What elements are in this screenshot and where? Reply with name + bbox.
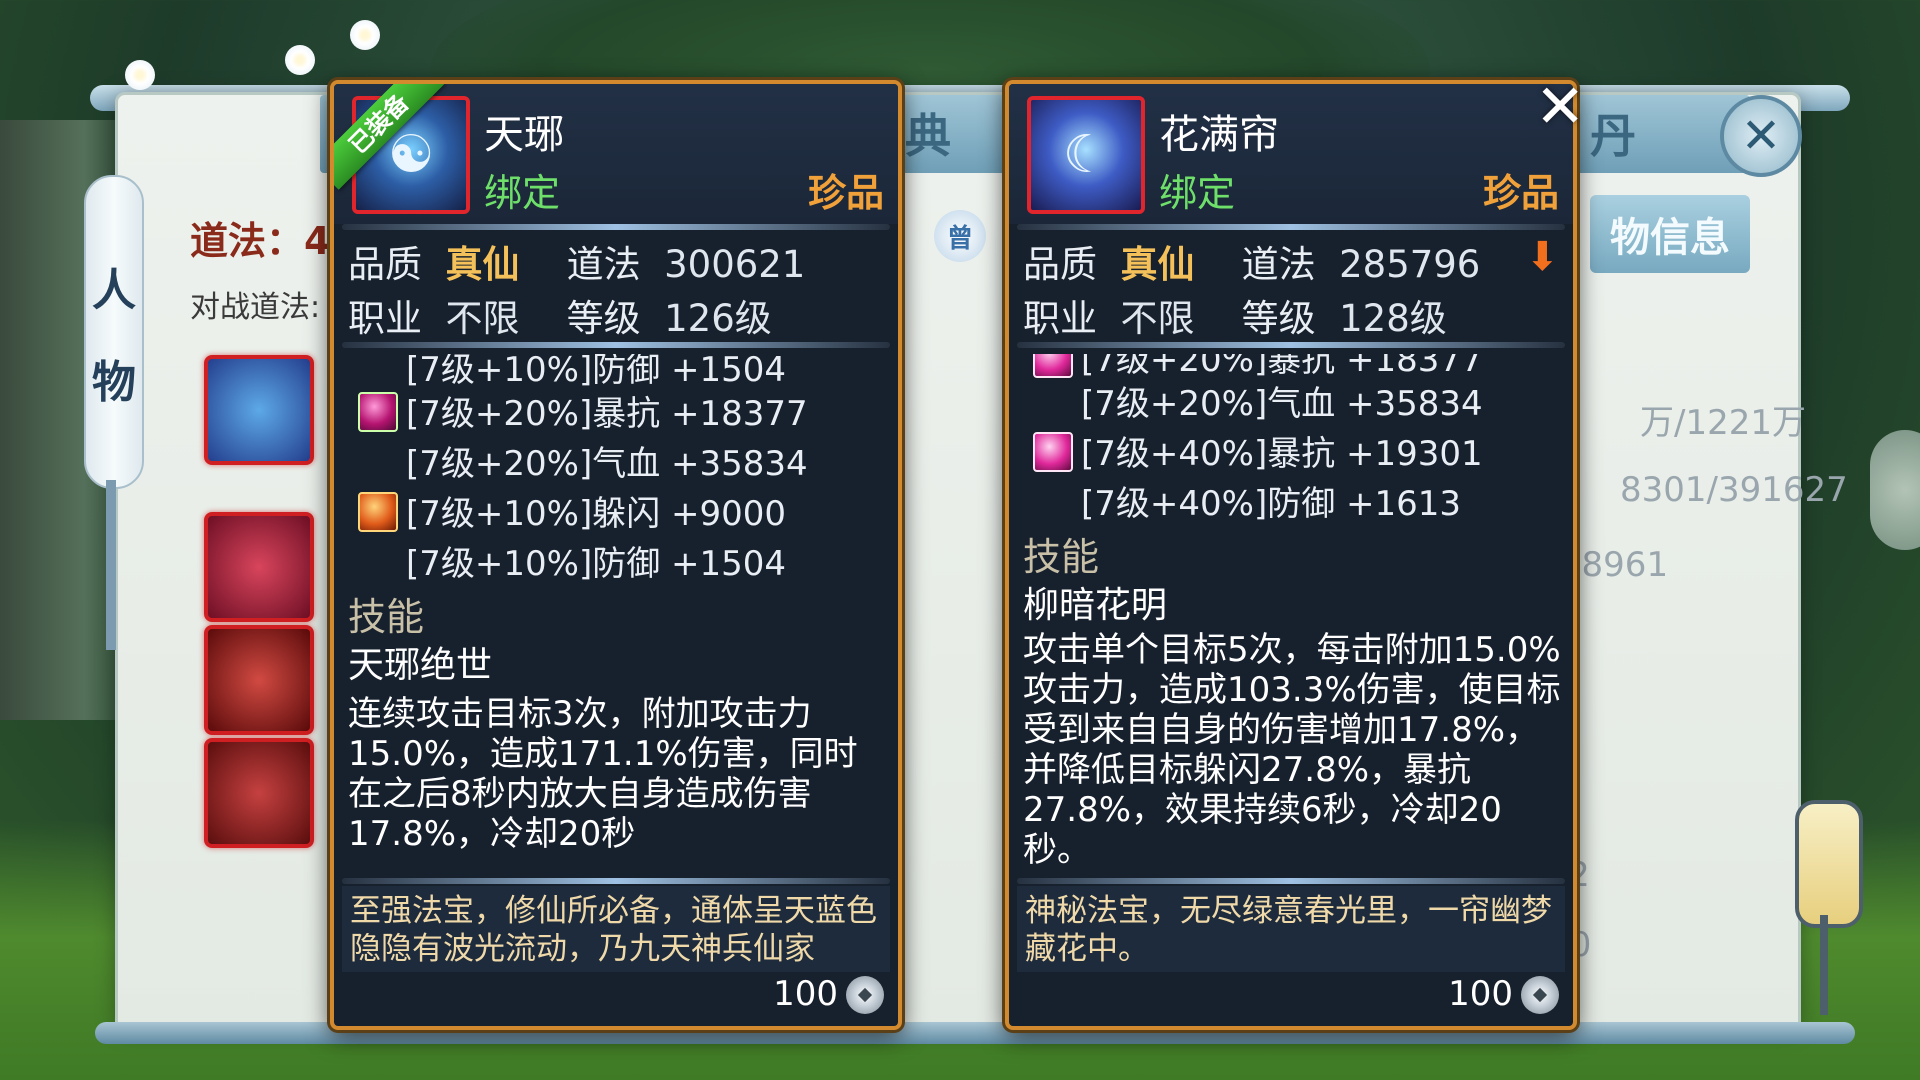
tooltip-close-button[interactable]: ✕ bbox=[1535, 72, 1585, 142]
lore-text: 神秘法宝，无尽绿意春光里，一帘幽梦藏花中。 bbox=[1025, 893, 1552, 967]
equip-slot-boots[interactable] bbox=[204, 738, 314, 848]
lantern-decoration bbox=[1795, 800, 1863, 928]
skill-description: 攻击单个目标5次，每击附加15.0%攻击力，造成103.3%伤害，使目标受到来自… bbox=[1023, 630, 1561, 870]
attribute-line: [7级+20%]气血 +35834 bbox=[1081, 384, 1483, 424]
rarity-label: 珍品 bbox=[1482, 171, 1559, 215]
taiji-icon: ☯ bbox=[387, 125, 435, 185]
attribute-line: [7级+10%]防御 +1504 bbox=[406, 544, 787, 584]
coin-icon bbox=[846, 976, 884, 1014]
tooltip-header: ☾ 花满帘 绑定 珍品 bbox=[1009, 84, 1573, 224]
gem-orange-icon bbox=[358, 492, 398, 532]
flower-decoration bbox=[125, 60, 155, 90]
divider bbox=[1017, 224, 1565, 230]
flower-moon-icon: ☾ bbox=[1062, 125, 1110, 185]
attribute-line: [7级+40%]暴抗 +19301 bbox=[1081, 434, 1483, 474]
item-tooltip-compare: ☾ 花满帘 绑定 珍品 品质 真仙 道法 285796 ⬇ 职业 不限 等级 1… bbox=[1005, 80, 1577, 1030]
attribute-line: [7级+20%]气血 +35834 bbox=[406, 444, 808, 484]
price-value: 100 bbox=[1448, 974, 1513, 1014]
rarity-label: 珍品 bbox=[807, 171, 884, 215]
skill-name: 天琊绝世 bbox=[348, 645, 493, 686]
daofa-label: 道法：4 bbox=[190, 219, 331, 263]
attribute-line: [7级+10%]躲闪 +9000 bbox=[406, 494, 787, 534]
lore-box: 至强法宝，修仙所必备，通体呈天蓝色隐隐有波光流动，乃九天神兵仙家 bbox=[342, 886, 890, 972]
side-banner-character[interactable]: 人 物 bbox=[84, 175, 144, 489]
divider bbox=[342, 342, 890, 348]
quality-row: 品质 真仙 道法 285796 bbox=[1023, 243, 1481, 286]
coin-icon bbox=[1521, 976, 1559, 1014]
divider bbox=[342, 878, 890, 884]
job-row: 职业 不限 等级 128级 bbox=[1023, 297, 1447, 340]
bind-status: 绑定 bbox=[1159, 171, 1236, 215]
tab-fragment-left[interactable]: 典 bbox=[905, 100, 951, 166]
lantern-pole bbox=[1820, 915, 1828, 1015]
skill-title: 技能 bbox=[348, 595, 425, 639]
gem-pink-icon bbox=[1033, 432, 1073, 472]
arrow-down-icon: ⬇ bbox=[1525, 234, 1559, 280]
banner-stick bbox=[106, 480, 116, 650]
flower-decoration bbox=[350, 20, 380, 50]
bg-stat-value: 万/1221万 bbox=[1640, 403, 1806, 443]
attribute-line: [7级+40%]防御 +1613 bbox=[1081, 484, 1462, 524]
tooltip-scroll-content[interactable]: [7级+10%]防御 +1504 [7级+20%]暴抗 +18377 [7级+2… bbox=[342, 354, 890, 964]
bind-status: 绑定 bbox=[484, 171, 561, 215]
skill-name: 柳暗花明 bbox=[1023, 585, 1168, 626]
divider bbox=[1017, 878, 1565, 884]
item-name: 天琊 bbox=[484, 112, 564, 158]
tab-character-info[interactable]: 物信息 bbox=[1590, 195, 1750, 273]
side-banner-char: 物 bbox=[92, 357, 136, 408]
skill-description: 连续攻击目标3次，附加攻击力15.0%，造成171.1%伤害，同时在之后8秒内放… bbox=[348, 694, 858, 854]
quality-row: 品质 真仙 道法 300621 bbox=[348, 243, 806, 286]
item-icon: ☾ bbox=[1027, 96, 1145, 214]
duizhan-label: 对战道法: bbox=[190, 290, 321, 325]
bg-stat-value: 8301/391627 bbox=[1620, 470, 1848, 510]
equip-slot-armor[interactable] bbox=[204, 625, 314, 735]
gem-purple-icon bbox=[358, 392, 398, 432]
panel-close-button[interactable]: ✕ bbox=[1720, 95, 1802, 177]
lore-text: 至强法宝，修仙所必备，通体呈天蓝色隐隐有波光流动，乃九天神兵仙家 bbox=[350, 893, 877, 967]
item-tooltip-equipped: ☯ 天琊 绑定 珍品 已装备 品质 真仙 道法 300621 职业 不限 等级 … bbox=[330, 80, 902, 1030]
side-menu-icon[interactable] bbox=[1870, 430, 1920, 550]
divider bbox=[1017, 342, 1565, 348]
tooltip-scroll-content[interactable]: [7级+20%]暴抗 +18377 [7级+20%]气血 +35834 [7级+… bbox=[1017, 354, 1565, 964]
flower-decoration bbox=[285, 45, 315, 75]
price-value: 100 bbox=[773, 974, 838, 1014]
equip-slot-fabao[interactable] bbox=[204, 355, 314, 465]
attribute-line: [7级+20%]暴抗 +18377 bbox=[406, 394, 808, 434]
gem-pink-icon bbox=[1033, 354, 1073, 378]
lore-box: 神秘法宝，无尽绿意春光里，一帘幽梦藏花中。 bbox=[1017, 886, 1565, 972]
equip-slot-weapon[interactable] bbox=[204, 512, 314, 622]
close-icon: ✕ bbox=[1740, 108, 1782, 164]
tab-fragment-right[interactable]: 丹 bbox=[1590, 100, 1636, 166]
badge-icon[interactable]: 曾 bbox=[934, 210, 986, 262]
divider bbox=[342, 224, 890, 230]
skill-title: 技能 bbox=[1023, 535, 1100, 579]
item-name: 花满帘 bbox=[1159, 112, 1279, 158]
side-banner-char: 人 bbox=[92, 265, 136, 316]
job-row: 职业 不限 等级 126级 bbox=[348, 297, 772, 340]
